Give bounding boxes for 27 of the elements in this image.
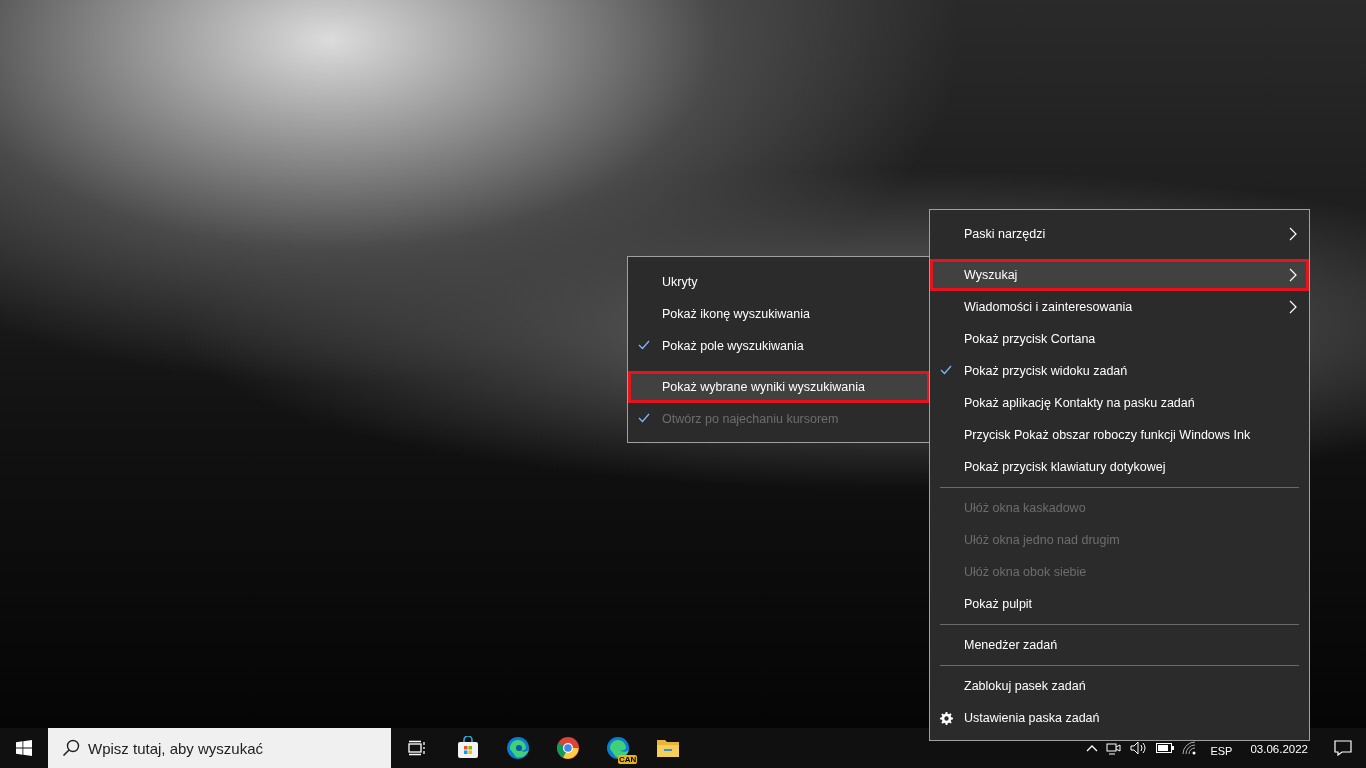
search-field[interactable]: Wpisz tutaj, aby wyszukać — [48, 728, 391, 768]
language-indicator[interactable]: ESP — [1210, 742, 1233, 760]
date-label[interactable]: 03.06.2022 — [1250, 743, 1308, 757]
search-icon — [62, 739, 80, 757]
menu-item[interactable]: Pokaż aplikację Kontakty na pasku zadań — [930, 387, 1309, 419]
menu-item[interactable]: Ukryty — [628, 266, 930, 298]
speaker-icon[interactable] — [1130, 741, 1149, 755]
chevron-up-icon[interactable] — [1086, 744, 1099, 752]
menu-item[interactable]: Pokaż ikonę wyszukiwania — [628, 298, 930, 330]
settings-icon — [940, 712, 953, 725]
menu-item[interactable]: Wyszukaj — [930, 259, 1309, 291]
menu-item[interactable]: Ustawienia paska zadań — [930, 702, 1309, 734]
menu-item[interactable]: Paski narzędzi — [930, 218, 1309, 250]
menu-item[interactable]: Pokaż pole wyszukiwania — [628, 330, 930, 362]
menu-item[interactable]: Zablokuj pasek zadań — [930, 670, 1309, 702]
menu-item[interactable]: Menedżer zadań — [930, 629, 1309, 661]
menu-item[interactable]: Pokaż przycisk klawiatury dotykowej — [930, 451, 1309, 483]
menu-item[interactable]: Pokaż pulpit — [930, 588, 1309, 620]
menu-item[interactable]: Wiadomości i zainteresowania — [930, 291, 1309, 323]
menu-item[interactable]: Pokaż przycisk Cortana — [930, 323, 1309, 355]
battery-icon[interactable] — [1156, 743, 1175, 753]
menu-item[interactable]: Pokaż wybrane wyniki wyszukiwania — [628, 371, 930, 403]
app-badge: CAN — [618, 755, 638, 764]
notification-icon[interactable] — [1334, 740, 1352, 756]
menu-item[interactable]: Przycisk Pokaż obszar roboczy funkcji Windows Ink — [930, 419, 1309, 451]
menu-item[interactable]: Pokaż przycisk widoku zadań — [930, 355, 1309, 387]
camera-icon[interactable] — [1106, 741, 1123, 755]
